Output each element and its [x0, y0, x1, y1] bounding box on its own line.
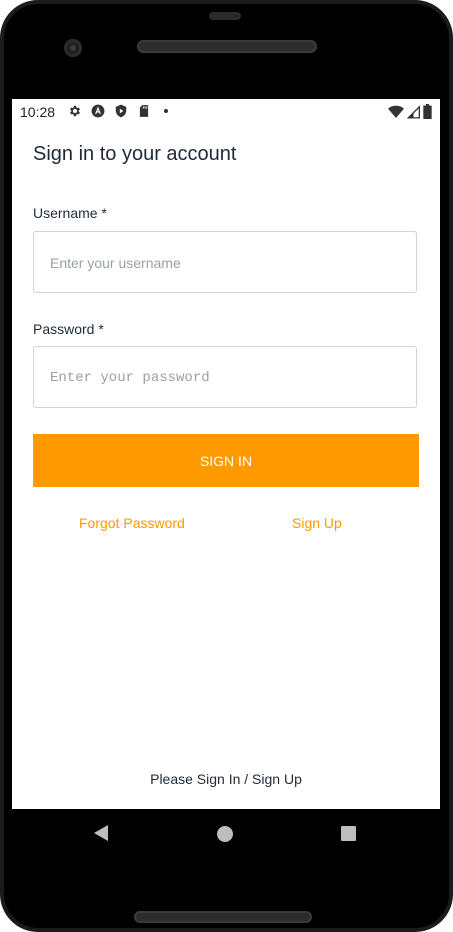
- gear-icon: [70, 105, 80, 117]
- signal-icon: [407, 104, 420, 118]
- home-icon[interactable]: [217, 826, 233, 842]
- phone-frame: 10:28 Sign in to your account Username *…: [0, 0, 453, 932]
- android-a-icon: [91, 104, 105, 118]
- sign-up-link[interactable]: Sign Up: [292, 515, 342, 531]
- bottom-speaker: [134, 911, 312, 923]
- password-input[interactable]: Enter your password: [33, 346, 417, 408]
- sign-in-button[interactable]: SIGN IN: [33, 434, 419, 487]
- wifi-icon: [388, 105, 404, 118]
- sd-card-icon: [139, 105, 149, 117]
- status-system-icons: [388, 104, 432, 119]
- shield-play-icon: [115, 104, 127, 118]
- back-icon[interactable]: [94, 825, 108, 841]
- front-camera-icon: [64, 39, 82, 57]
- dot-icon: [164, 109, 168, 113]
- password-label: Password *: [33, 321, 104, 337]
- app-screen: 10:28 Sign in to your account Username *…: [12, 99, 440, 809]
- earpiece-speaker: [137, 40, 317, 53]
- battery-icon: [423, 104, 432, 119]
- page-title: Sign in to your account: [33, 143, 237, 165]
- top-sensor: [209, 12, 241, 20]
- username-input[interactable]: Enter your username: [33, 231, 417, 293]
- forgot-password-link[interactable]: Forgot Password: [79, 515, 185, 531]
- recents-icon[interactable]: [341, 826, 356, 841]
- username-label: Username *: [33, 205, 107, 221]
- status-notification-icons: [68, 104, 168, 118]
- system-nav-bar: [12, 809, 440, 863]
- footer-text: Please Sign In / Sign Up: [150, 771, 302, 787]
- status-time: 10:28: [20, 104, 56, 120]
- status-bar: 10:28: [12, 99, 440, 125]
